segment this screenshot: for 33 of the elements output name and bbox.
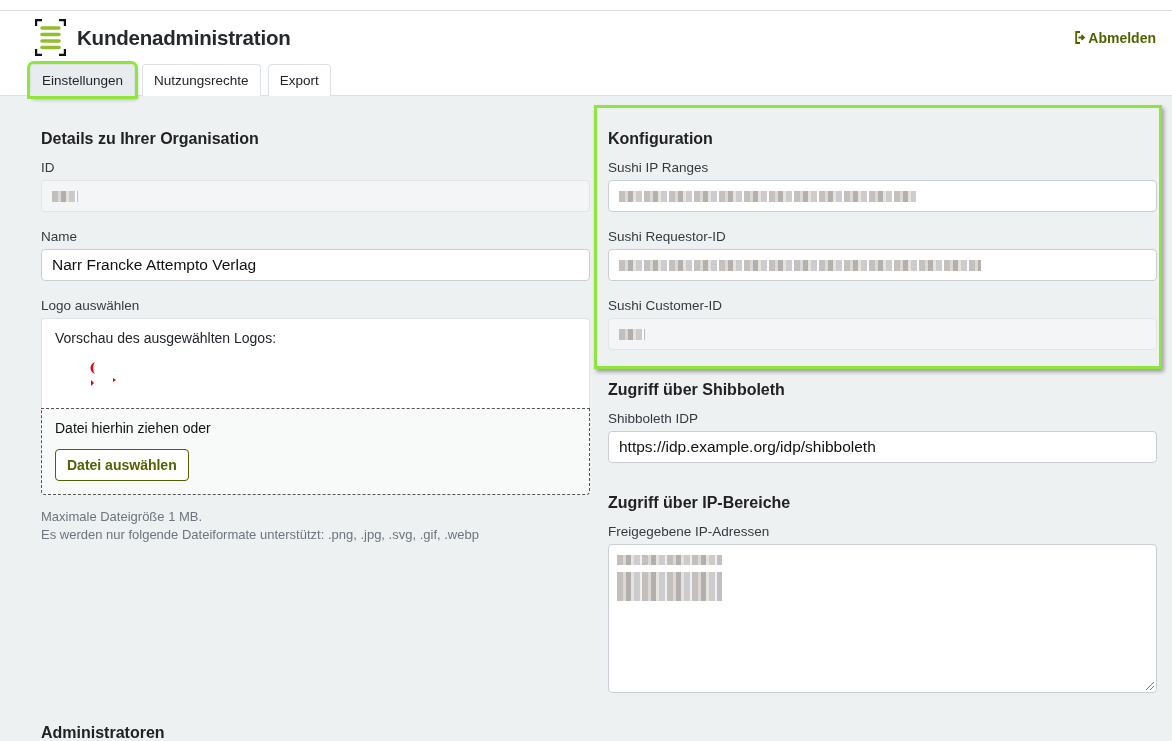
help-text: Maximale Dateigröße 1 MB. (41, 508, 204, 526)
section-heading: Konfiguration (608, 129, 714, 149)
section-heading: Zugriff über IP-Bereiche (608, 493, 792, 513)
field-label: Sushi IP Ranges (608, 159, 710, 177)
logout-icon (1075, 31, 1087, 44)
field-label: Name (41, 228, 78, 246)
page-title: Kundenadministration (77, 25, 291, 50)
field-label: Freigegebene IP-Adressen (608, 523, 771, 541)
text-input[interactable] (608, 249, 1157, 281)
section-heading: Administratoren (41, 723, 166, 741)
text-input[interactable] (608, 180, 1157, 212)
text-input[interactable]: Narr Francke Attempto Verlag (41, 249, 590, 281)
field-label: Shibboleth IDP (608, 410, 700, 428)
choose-file-button[interactable]: Datei auswählen (55, 449, 189, 481)
field-label: Sushi Customer-ID (608, 297, 724, 315)
preview-label: Vorschau des ausgewählten Logos: (55, 330, 277, 346)
resize-grip-icon[interactable] (1146, 682, 1154, 690)
section-heading: Zugriff über Shibboleth (608, 380, 786, 400)
drop-zone-text: Datei hierhin ziehen oder (55, 419, 212, 438)
logo-preview-image (89, 362, 116, 386)
field-label: Sushi Requestor-ID (608, 228, 727, 246)
tab[interactable]: Export (267, 64, 331, 96)
tab[interactable]: Nutzungsrechte (142, 64, 261, 96)
help-text: Es werden nur folgende Dateiformate unterstützt: .png, .jpg, .svg, .gif, .webp (41, 526, 480, 544)
logout-link[interactable]: Abmelden (1075, 29, 1156, 46)
logo-icon (35, 19, 66, 56)
field-label: ID (41, 159, 56, 177)
field-label: Logo auswählen (41, 297, 141, 315)
text-input[interactable]: https://idp.example.org/idp/shibboleth (608, 431, 1157, 463)
drop-zone[interactable]: Datei hierhin ziehen oder Datei auswählen (41, 408, 590, 495)
section-heading: Details zu Ihrer Organisation (41, 129, 260, 149)
textarea-field[interactable] (608, 544, 1157, 693)
tab[interactable]: Einstellungen (30, 64, 136, 96)
